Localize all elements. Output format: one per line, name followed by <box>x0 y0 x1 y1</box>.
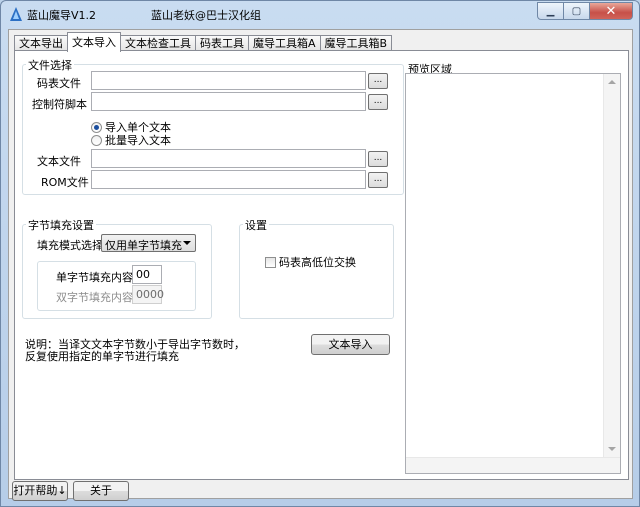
window-subtitle: 蓝山老妖@巴士汉化组 <box>151 9 261 22</box>
double-byte-fill-label: 双字节填充内容 <box>56 291 133 304</box>
window-title: 蓝山魔导V1.2 <box>27 9 97 22</box>
settings-group-label: 设置 <box>243 217 269 233</box>
tab-text-import[interactable]: 文本导入 <box>67 32 121 52</box>
settings-group <box>239 224 394 319</box>
open-help-button[interactable]: 打开帮助↓ <box>12 481 68 501</box>
code-table-label: 码表文件 <box>37 77 81 90</box>
fill-mode-label: 填充模式选择 <box>37 239 103 252</box>
single-byte-fill-input[interactable]: 00 <box>132 265 162 284</box>
double-byte-fill-input[interactable]: 0000 <box>132 285 164 304</box>
caption-buttons: ▁ ▢ ✕ <box>537 2 633 20</box>
fill-mode-select[interactable]: 仅用单字节填充 <box>101 234 196 252</box>
app-icon <box>10 7 22 21</box>
text-file-browse-button[interactable]: ... <box>368 151 388 167</box>
client-area: 文本导出 文本导入 文本检查工具 码表工具 魔导工具箱A 魔导工具箱B 文件选择… <box>8 29 633 501</box>
rom-file-label: ROM文件 <box>41 176 89 189</box>
preview-area[interactable] <box>405 73 621 474</box>
control-script-label: 控制符脚本 <box>32 98 87 111</box>
rom-file-input[interactable] <box>91 170 366 189</box>
swap-byte-order-label: 码表高低位交换 <box>279 256 356 269</box>
chevron-down-icon <box>183 241 191 245</box>
single-byte-fill-label: 单字节填充内容 <box>56 271 133 284</box>
text-file-input[interactable] <box>91 149 366 168</box>
minimize-icon: ▁ <box>546 5 555 17</box>
swap-byte-order-checkbox[interactable]: 码表高低位交换 <box>265 254 356 270</box>
minimize-button[interactable]: ▁ <box>537 2 564 20</box>
maximize-icon: ▢ <box>571 5 582 17</box>
text-import-button[interactable]: 文本导入 <box>311 334 390 355</box>
code-table-browse-button[interactable]: ... <box>368 73 388 89</box>
control-script-input[interactable] <box>91 92 366 111</box>
preview-vertical-scrollbar[interactable] <box>603 74 620 457</box>
app-window: 蓝山魔导V1.2 蓝山老妖@巴士汉化组 ▁ ▢ ✕ 文本导出 文本导入 文本检查… <box>0 0 640 507</box>
maximize-button[interactable]: ▢ <box>564 2 590 20</box>
import-note-line2: 反复使用指定的单字节进行填充 <box>25 350 179 363</box>
scroll-down-icon[interactable] <box>608 447 616 451</box>
import-tab-panel: 文件选择 码表文件 ... 控制符脚本 ... 导入单个文本 批量导入文本 文本… <box>14 50 629 480</box>
file-select-group-label: 文件选择 <box>26 57 74 73</box>
scroll-up-icon[interactable] <box>608 80 616 84</box>
close-icon: ✕ <box>605 3 617 19</box>
preview-horizontal-scrollbar[interactable] <box>406 457 620 473</box>
radio-batch-import-label: 批量导入文本 <box>105 134 171 147</box>
fill-mode-value: 仅用单字节填充 <box>105 239 182 252</box>
code-table-input[interactable] <box>91 71 366 90</box>
byte-fill-group-label: 字节填充设置 <box>26 217 96 233</box>
radio-unchecked-icon <box>91 134 102 146</box>
radio-batch-import[interactable]: 批量导入文本 <box>91 132 171 148</box>
radio-checked-icon <box>91 121 102 133</box>
import-note: 说明：当译文文本字节数小于导出字节数时， 反复使用指定的单字节进行填充 <box>25 339 245 363</box>
text-file-label: 文本文件 <box>37 155 81 168</box>
close-button[interactable]: ✕ <box>590 2 633 20</box>
about-button[interactable]: 关于 <box>73 481 129 501</box>
title-bar[interactable]: 蓝山魔导V1.2 蓝山老妖@巴士汉化组 ▁ ▢ ✕ <box>1 1 639 27</box>
control-script-browse-button[interactable]: ... <box>368 94 388 110</box>
rom-file-browse-button[interactable]: ... <box>368 172 388 188</box>
checkbox-unchecked-icon <box>265 256 276 268</box>
